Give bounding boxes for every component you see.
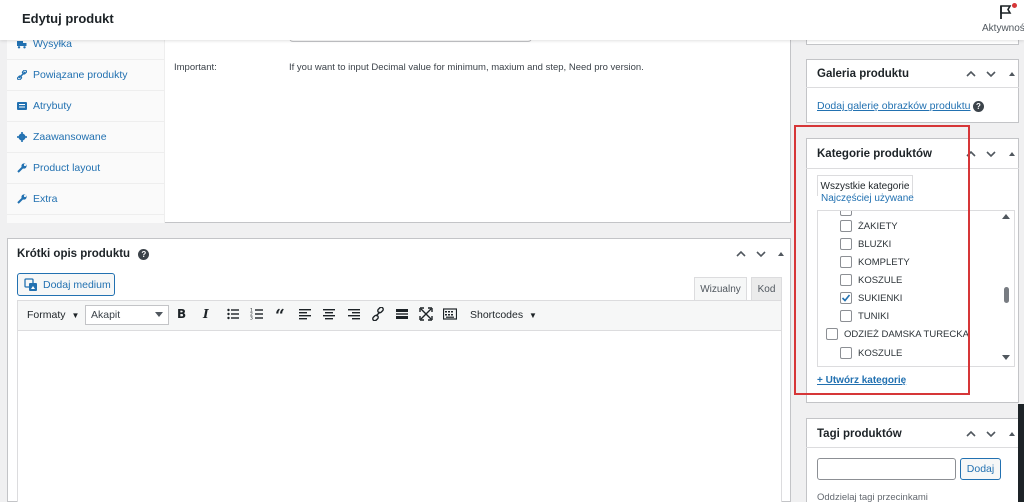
- divider: [806, 447, 1019, 448]
- highlight-frame: [794, 125, 970, 395]
- chevron-up-icon[interactable]: [734, 247, 748, 261]
- gallery-title: Galeria produktu: [817, 68, 910, 80]
- add-media-button[interactable]: Dodaj medium: [17, 273, 115, 296]
- bullet-list-icon[interactable]: [226, 307, 240, 321]
- help-icon[interactable]: ?: [138, 249, 150, 260]
- dropdown-label: Formaty: [27, 309, 66, 321]
- link-icon: [17, 70, 27, 80]
- scroll-down-icon[interactable]: [1002, 355, 1010, 361]
- tab-label: Zaawansowane: [33, 131, 107, 143]
- button-label: Dodaj medium: [43, 278, 111, 291]
- tab-code[interactable]: Kod: [751, 277, 782, 300]
- help-icon[interactable]: ?: [973, 101, 984, 112]
- blockquote-icon[interactable]: “: [275, 307, 289, 325]
- numbered-list-icon[interactable]: 123: [250, 307, 264, 321]
- truck-icon: [17, 41, 27, 49]
- important-label: Important:: [174, 62, 217, 73]
- media-icon: [24, 277, 37, 291]
- box-title: Krótki opis produktu: [17, 248, 131, 260]
- select-value: Akapit: [91, 309, 121, 321]
- important-text: If you want to input Decimal value for m…: [289, 62, 644, 73]
- notification-dot: [1012, 3, 1017, 8]
- toggle-arrow-icon[interactable]: [1005, 67, 1019, 81]
- wrench-icon: [17, 194, 27, 204]
- keyboard-icon[interactable]: [443, 307, 457, 321]
- align-center-icon[interactable]: [322, 307, 336, 321]
- shortcodes-dropdown[interactable]: Shortcodes ▼: [470, 309, 537, 321]
- caret-down-icon: ▼: [529, 311, 537, 320]
- caret-down-icon: [155, 312, 163, 317]
- chevron-up-icon[interactable]: [964, 427, 978, 441]
- tab-label: Powiązane produkty: [33, 69, 128, 81]
- scroll-up-icon[interactable]: [1002, 213, 1010, 219]
- divider: [806, 87, 1019, 88]
- formats-dropdown[interactable]: Formaty ▼: [27, 309, 79, 321]
- read-more-icon[interactable]: [395, 307, 409, 321]
- chevron-down-icon[interactable]: [984, 427, 998, 441]
- short-description-title: Krótki opis produktu ?: [17, 248, 150, 260]
- toggle-arrow-icon[interactable]: [1005, 147, 1019, 161]
- side-panel-strip: [1018, 404, 1024, 502]
- top-header: Edytuj produkt Aktywność: [0, 0, 1024, 40]
- toggle-arrow-icon[interactable]: [1005, 427, 1019, 441]
- scrollbar-thumb[interactable]: [1004, 287, 1009, 303]
- chevron-down-icon[interactable]: [754, 247, 768, 261]
- editor-content-area[interactable]: [17, 331, 782, 502]
- tab-product-layout[interactable]: Product layout: [7, 153, 165, 184]
- caret-down-icon: ▼: [71, 311, 80, 320]
- tags-hint: Oddzielaj tagi przecinkami: [817, 492, 928, 502]
- add-tag-button[interactable]: Dodaj: [960, 458, 1001, 480]
- page-title: Edytuj produkt: [22, 11, 114, 26]
- tab-label: Product layout: [33, 162, 101, 174]
- link-icon[interactable]: [371, 307, 385, 321]
- tab-extra[interactable]: Extra: [7, 184, 165, 215]
- italic-icon[interactable]: I: [203, 307, 217, 321]
- tab-attributes[interactable]: Atrybuty: [7, 91, 165, 122]
- wrench-icon: [17, 163, 27, 173]
- gear-icon: [17, 132, 27, 142]
- align-right-icon[interactable]: [347, 307, 361, 321]
- align-left-icon[interactable]: [298, 307, 312, 321]
- activity-label[interactable]: Aktywność: [982, 23, 1024, 34]
- paragraph-select[interactable]: Akapit: [85, 305, 169, 325]
- tag-input[interactable]: [817, 458, 956, 480]
- chevron-up-icon[interactable]: [964, 67, 978, 81]
- tab-advanced[interactable]: Zaawansowane: [7, 122, 165, 153]
- add-gallery-link[interactable]: Dodaj galerię obrazków produktu: [817, 100, 971, 112]
- chevron-down-icon[interactable]: [984, 147, 998, 161]
- list-icon: [17, 102, 27, 110]
- fullscreen-icon[interactable]: [419, 307, 433, 321]
- tab-label: Atrybuty: [33, 100, 72, 112]
- tab-visual[interactable]: Wizualny: [694, 277, 747, 300]
- tab-label: Extra: [33, 193, 58, 205]
- bold-icon[interactable]: B: [177, 307, 191, 321]
- svg-text:3: 3: [250, 316, 253, 322]
- chevron-down-icon[interactable]: [984, 67, 998, 81]
- tab-linked-products[interactable]: Powiązane produkty: [7, 60, 165, 91]
- toggle-arrow-icon[interactable]: [774, 247, 788, 261]
- tags-title: Tagi produktów: [817, 428, 902, 440]
- dropdown-label: Shortcodes: [470, 309, 524, 321]
- product-data-tabs: Wysyłka Powiązane produkty Atrybuty Zaaw…: [7, 32, 165, 223]
